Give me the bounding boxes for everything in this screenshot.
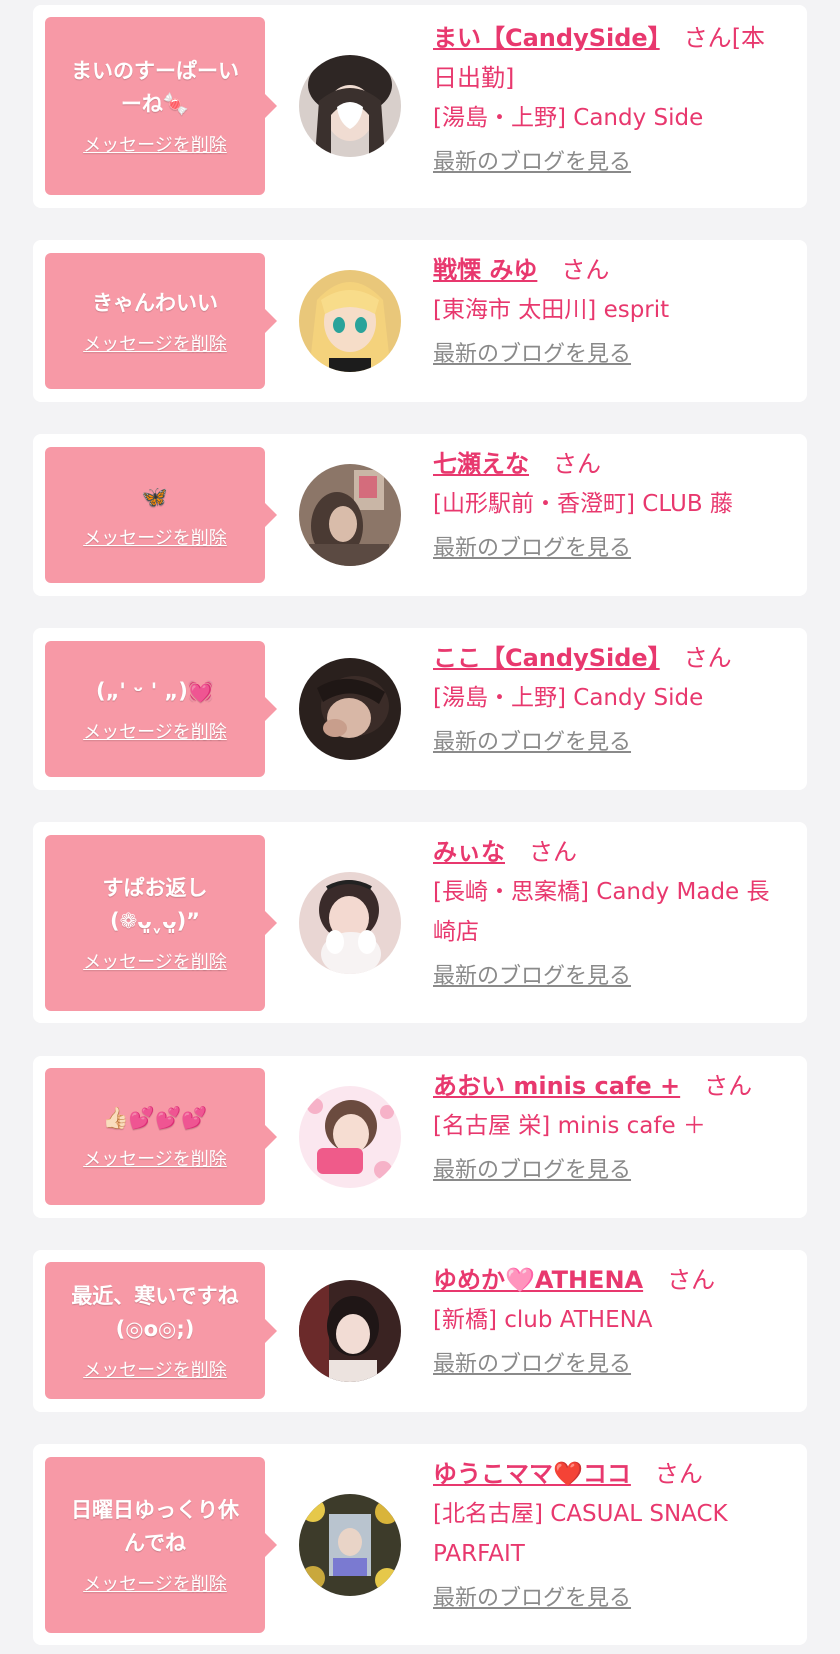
message-bubble: 最近、寒いですね (◎o◎;) メッセージを削除	[45, 1262, 277, 1399]
cast-name-link[interactable]: ゆうこママ❤️ココ	[433, 1460, 631, 1488]
cast-name-link[interactable]: あおい minis cafe +	[433, 1072, 680, 1100]
cast-name-link[interactable]: まい【CandySide】	[433, 24, 660, 52]
latest-blog-link[interactable]: 最新のブログを見る	[433, 1154, 631, 1188]
latest-blog-link[interactable]: 最新のブログを見る	[433, 1348, 631, 1382]
latest-blog-link[interactable]: 最新のブログを見る	[433, 1582, 631, 1616]
delete-message-button[interactable]: メッセージを削除	[83, 948, 227, 974]
latest-blog-link[interactable]: 最新のブログを見る	[433, 532, 631, 566]
entry-info: 七瀬えな さん [山形駅前・香澄町] CLUB 藤 最新のブログを見る	[433, 444, 788, 566]
avatar[interactable]	[299, 1280, 401, 1382]
avatar[interactable]	[299, 55, 401, 157]
message-text: („' ᵕ ' „)💓	[96, 678, 214, 703]
message-bubble: きゃんわいい メッセージを削除	[45, 253, 277, 389]
shop-name: [湯島・上野] Candy Side	[433, 105, 704, 131]
shop-name: [長崎・思案橋] Candy Made 長崎店	[433, 879, 770, 945]
message-text: 日曜日ゆっくり休 んでね	[71, 1498, 239, 1555]
cast-name-link[interactable]: 七瀬えな	[433, 450, 529, 478]
latest-blog-link[interactable]: 最新のブログを見る	[433, 726, 631, 760]
shop-name: [湯島・上野] Candy Side	[433, 685, 704, 711]
avatar[interactable]	[299, 270, 401, 372]
delete-message-button[interactable]: メッセージを削除	[83, 330, 227, 356]
latest-blog-link[interactable]: 最新のブログを見る	[433, 960, 631, 994]
message-bubble: 🦋 メッセージを削除	[45, 447, 277, 583]
message-bubble: („' ᵕ ' „)💓 メッセージを削除	[45, 641, 277, 777]
avatar[interactable]	[299, 658, 401, 760]
delete-message-button[interactable]: メッセージを削除	[83, 1356, 227, 1382]
shop-name: [名古屋 栄] minis cafe ＋	[433, 1113, 706, 1139]
entry-info: まい【CandySide】 さん[本日出勤] [湯島・上野] Candy Sid…	[433, 18, 788, 180]
entry-info: ゆうこママ❤️ココ さん [北名古屋] CASUAL SNACK PARFAIT…	[433, 1454, 788, 1616]
entry-info: みぃな さん [長崎・思案橋] Candy Made 長崎店 最新のブログを見る	[433, 832, 788, 994]
message-bubble: 日曜日ゆっくり休 んでね メッセージを削除	[45, 1457, 277, 1633]
message-text: きゃんわいい	[92, 290, 218, 315]
honorific: さん	[561, 256, 610, 284]
message-card: すぱお返し (❁ᴗ͈ˬᴗ͈)” メッセージを削除 みぃな さん [長崎・思案橋]…	[33, 822, 807, 1023]
honorific: さん	[529, 838, 577, 866]
avatar[interactable]	[299, 464, 401, 566]
delete-message-button[interactable]: メッセージを削除	[83, 131, 227, 157]
entry-info: ゆめか🩷ATHENA さん [新橋] club ATHENA 最新のブログを見る	[433, 1260, 788, 1382]
cast-name-link[interactable]: ここ【CandySide】	[433, 644, 660, 672]
latest-blog-link[interactable]: 最新のブログを見る	[433, 338, 631, 372]
avatar[interactable]	[299, 1494, 401, 1596]
shop-name: [山形駅前・香澄町] CLUB 藤	[433, 491, 733, 517]
entry-info: あおい minis cafe + さん [名古屋 栄] minis cafe ＋…	[433, 1066, 788, 1188]
avatar[interactable]	[299, 872, 401, 974]
message-text: 👍🏻💕💕💕	[102, 1106, 208, 1130]
honorific: さん	[704, 1072, 753, 1100]
message-text: 最近、寒いですね (◎o◎;)	[71, 1283, 239, 1341]
avatar[interactable]	[299, 1086, 401, 1188]
message-card: 日曜日ゆっくり休 んでね メッセージを削除 ゆうこママ❤️ココ さん [北名古屋…	[33, 1444, 807, 1645]
message-list: まいのすーぱーい ーね🍬 メッセージを削除 まい【CandySide】 さん[本…	[0, 0, 840, 1654]
message-card: まいのすーぱーい ーね🍬 メッセージを削除 まい【CandySide】 さん[本…	[33, 5, 807, 208]
message-card: 最近、寒いですね (◎o◎;) メッセージを削除 ゆめか🩷ATHENA さん […	[33, 1250, 807, 1412]
honorific: さん	[553, 450, 601, 478]
entry-info: ここ【CandySide】 さん [湯島・上野] Candy Side 最新のブ…	[433, 638, 788, 760]
cast-name-link[interactable]: みぃな	[433, 838, 505, 866]
delete-message-button[interactable]: メッセージを削除	[83, 524, 227, 550]
shop-name: [東海市 太田川] esprit	[433, 297, 670, 323]
honorific: さん	[683, 644, 732, 672]
cast-name-link[interactable]: ゆめか🩷ATHENA	[433, 1266, 643, 1294]
shop-name: [新橋] club ATHENA	[433, 1307, 653, 1333]
message-card: 👍🏻💕💕💕 メッセージを削除 あおい minis cafe + さん [名古屋 …	[33, 1056, 807, 1218]
message-bubble: 👍🏻💕💕💕 メッセージを削除	[45, 1068, 277, 1205]
message-bubble: まいのすーぱーい ーね🍬 メッセージを削除	[45, 17, 277, 195]
latest-blog-link[interactable]: 最新のブログを見る	[433, 146, 631, 180]
delete-message-button[interactable]: メッセージを削除	[83, 1145, 227, 1171]
message-card: 🦋 メッセージを削除 七瀬えな さん [山形駅前・香澄町] CLUB 藤 最新の…	[33, 434, 807, 596]
entry-info: 戦慄 みゆ さん [東海市 太田川] esprit 最新のブログを見る	[433, 250, 788, 372]
message-card: („' ᵕ ' „)💓 メッセージを削除 ここ【CandySide】 さん [湯…	[33, 628, 807, 790]
shop-name: [北名古屋] CASUAL SNACK PARFAIT	[433, 1501, 728, 1567]
message-text: すぱお返し (❁ᴗ͈ˬᴗ͈)”	[102, 876, 208, 933]
honorific: さん	[654, 1460, 703, 1488]
cast-name-link[interactable]: 戦慄 みゆ	[433, 256, 537, 284]
message-text: 🦋	[141, 484, 169, 509]
message-bubble: すぱお返し (❁ᴗ͈ˬᴗ͈)” メッセージを削除	[45, 835, 277, 1011]
delete-message-button[interactable]: メッセージを削除	[83, 1570, 227, 1596]
honorific: さん	[667, 1266, 716, 1294]
message-text: まいのすーぱーい ーね🍬	[71, 59, 239, 116]
honorific: さん	[683, 24, 732, 52]
message-card: きゃんわいい メッセージを削除 戦慄 みゆ さん [東海市 太田川] espri…	[33, 240, 807, 402]
delete-message-button[interactable]: メッセージを削除	[83, 718, 227, 744]
